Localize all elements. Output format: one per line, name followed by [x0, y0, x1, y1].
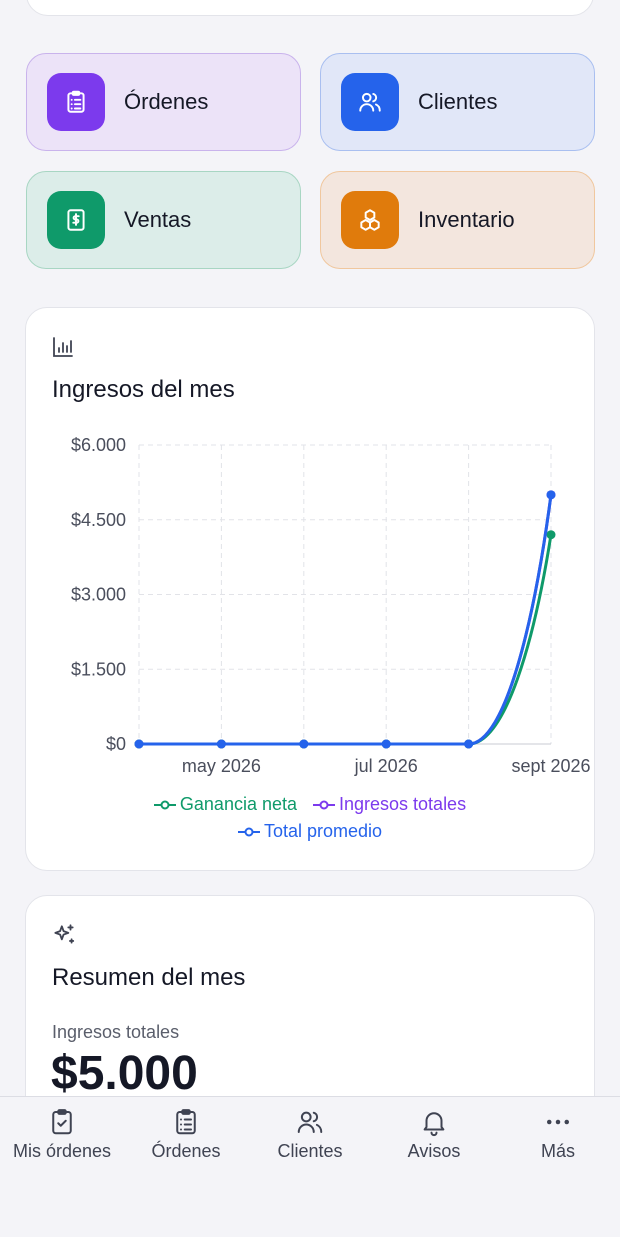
- legend-label: Ingresos totales: [339, 794, 467, 814]
- metric-value: $5.000: [51, 1047, 198, 1100]
- revenue-line-chart: $0 $1.500 $3.000 $4.500 $6.000 may 2026 jul 20…: [71, 435, 591, 776]
- x-tick-label: sept 2026: [511, 756, 590, 776]
- tile-clientes[interactable]: Clientes: [320, 53, 595, 151]
- clipboard-list-icon: [176, 1109, 196, 1135]
- nav-label: Clientes: [277, 1141, 343, 1161]
- nav-label: Mis órdenes: [12, 1141, 112, 1161]
- tile-inventario[interactable]: Inventario: [320, 171, 595, 269]
- legend-label: Ganancia neta: [179, 794, 297, 814]
- nav-mas[interactable]: Más: [496, 1107, 620, 1162]
- clipboard-list-icon: [47, 73, 105, 131]
- data-point: [546, 530, 556, 540]
- tile-ordenes[interactable]: Órdenes: [26, 53, 301, 151]
- legend-item[interactable]: Ingresos totales: [313, 794, 466, 815]
- clipboard-check-icon: [52, 1109, 72, 1135]
- chart-legend-row-2: Total promedio: [26, 821, 594, 842]
- legend-marker-icon: [237, 827, 260, 836]
- y-tick-label: $3.000: [71, 585, 126, 605]
- revenue-card: Ingresos del mes $0 $1.500 $3.000 $4.500 $6.…: [25, 307, 595, 871]
- y-tick-label: $1.500: [71, 659, 126, 679]
- y-tick-label: $0: [106, 734, 126, 754]
- nav-ordenes[interactable]: Órdenes: [124, 1107, 248, 1162]
- data-point: [546, 490, 556, 500]
- legend-marker-icon: [153, 800, 176, 809]
- metric-label: Ingresos totales: [52, 1022, 180, 1042]
- nav-avisos[interactable]: Avisos: [372, 1107, 496, 1162]
- nav-label: Órdenes: [151, 1141, 221, 1161]
- x-tick-label: jul 2026: [354, 756, 418, 776]
- boxes-icon: [341, 191, 399, 249]
- bell-icon: [423, 1112, 445, 1137]
- bottom-nav: Mis órdenes Órdenes Clientes Avisos Más: [0, 1096, 620, 1237]
- data-point: [381, 739, 391, 749]
- y-tick-label: $6.000: [71, 435, 126, 455]
- sparkles-icon: [54, 924, 75, 944]
- nav-label: Más: [540, 1141, 575, 1161]
- chart-legend: Ganancia neta Ingresos totales: [26, 794, 594, 815]
- series-line: [139, 494, 553, 746]
- y-tick-label: $4.500: [71, 510, 126, 530]
- tile-label: Órdenes: [124, 89, 209, 114]
- tile-label: Ventas: [124, 207, 192, 232]
- data-point: [216, 739, 226, 749]
- more-horizontal-icon: [547, 1119, 569, 1125]
- data-point: [299, 739, 309, 749]
- tile-label: Inventario: [418, 207, 515, 232]
- series-line: [139, 534, 553, 746]
- users-icon: [297, 1111, 323, 1133]
- x-tick-label: may 2026: [182, 756, 261, 776]
- legend-marker-icon: [313, 800, 335, 809]
- legend-item[interactable]: Ganancia neta: [153, 794, 297, 815]
- users-icon: [341, 73, 399, 131]
- card-title: Resumen del mes: [52, 964, 246, 991]
- receipt-icon: [47, 191, 105, 249]
- series-line: [139, 494, 553, 746]
- nav-clientes[interactable]: Clientes: [248, 1107, 372, 1162]
- legend-label: Total promedio: [263, 821, 383, 841]
- tile-ventas[interactable]: Ventas: [26, 171, 301, 269]
- tile-label: Clientes: [418, 89, 498, 114]
- data-point: [464, 739, 474, 749]
- data-point: [134, 739, 144, 749]
- legend-item[interactable]: Total promedio: [237, 821, 383, 842]
- previous-card: [26, 0, 594, 16]
- nav-mis-ordenes[interactable]: Mis órdenes: [0, 1107, 124, 1162]
- nav-label: Avisos: [407, 1141, 461, 1161]
